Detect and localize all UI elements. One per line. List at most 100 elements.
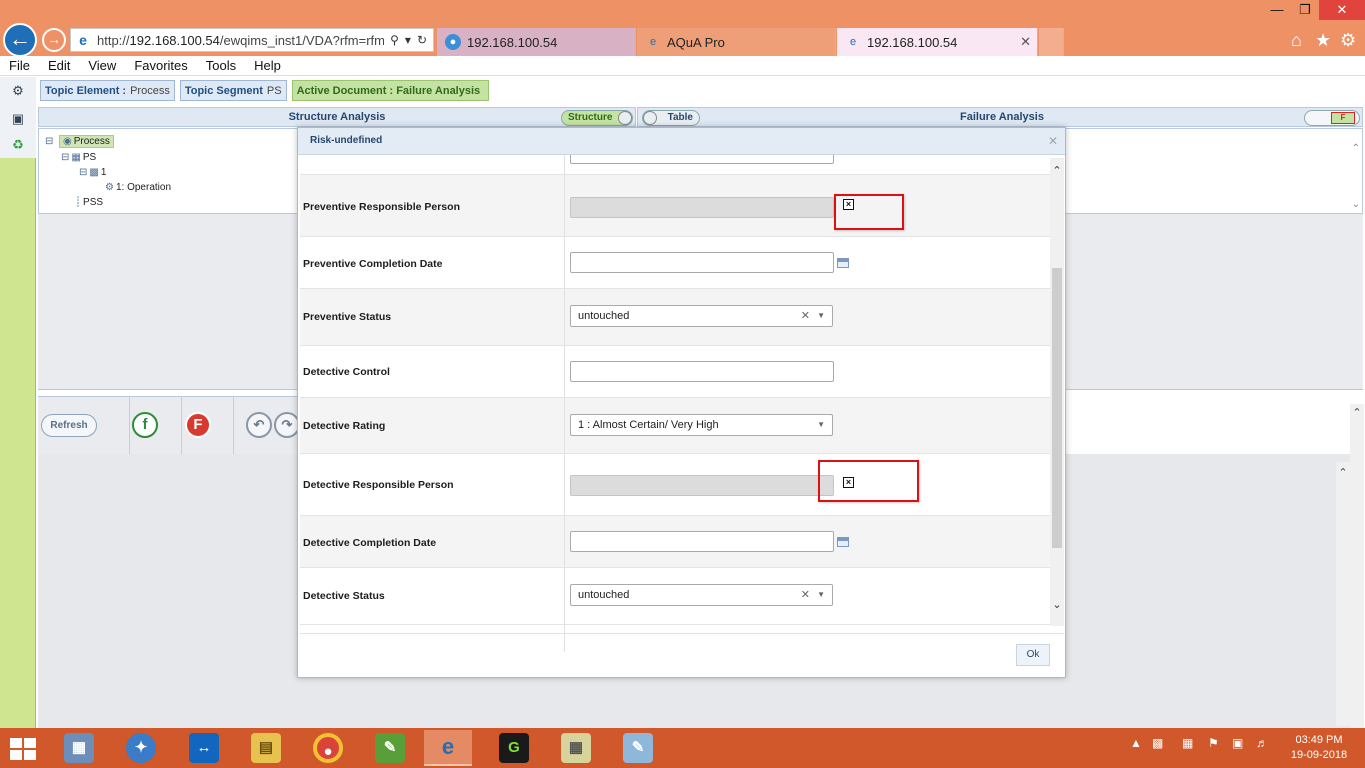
tree-node-operation[interactable]: ⚙ 1: Operation [105, 182, 171, 193]
network-icon[interactable]: ▣ [1232, 736, 1243, 750]
settings-icon[interactable]: ⚙ [10, 83, 26, 99]
scroll-up-icon[interactable]: ⌃ [1336, 466, 1350, 479]
grid-scrollbar[interactable]: ⌃ [1336, 462, 1350, 726]
internet-explorer-icon[interactable]: e [424, 730, 472, 766]
ok-button[interactable]: Ok [1016, 644, 1050, 666]
calendar-icon[interactable] [837, 537, 849, 547]
notes-icon[interactable]: ▦ [552, 730, 600, 766]
close-dialog-icon[interactable]: ✕ [1048, 134, 1058, 148]
scroll-up-icon[interactable]: ⌃ [1350, 406, 1364, 419]
detective-responsible-person-field[interactable] [570, 475, 834, 496]
address-url[interactable]: http://192.168.100.54/ewqims_inst1/VDA?r… [97, 33, 384, 48]
topic-segment-chip[interactable]: Topic Segment PS [179, 80, 287, 101]
chrome-icon[interactable]: ● [304, 730, 352, 766]
recycle-icon[interactable]: ♻ [10, 137, 26, 153]
topic-element-chip[interactable]: Topic Element : Process [40, 80, 175, 101]
structure-toggle[interactable]: Structure [561, 110, 633, 126]
windows-start-icon[interactable] [10, 738, 36, 760]
editor-icon[interactable]: ✎ [614, 730, 662, 766]
system-clock[interactable]: 03:49 PM 19-09-2018 [1284, 733, 1354, 763]
failure-analysis-title: Failure Analysis [960, 111, 1044, 123]
clear-icon[interactable]: ✕ [801, 585, 810, 605]
topic-bar: Topic Element : Process Topic Segment PS… [40, 80, 490, 101]
tray-expand-icon[interactable]: ▲ [1130, 736, 1142, 750]
home-icon[interactable]: ⌂ [1291, 30, 1302, 51]
form-row-partial [300, 625, 1050, 652]
dialog-scrollbar[interactable]: ⌃ ⌄ [1050, 158, 1064, 626]
active-document-chip[interactable]: Active Document : Failure Analysis [291, 80, 490, 101]
dropdown-arrow-icon[interactable]: ▼ [817, 585, 825, 605]
tree-collapse-icon[interactable]: ⊟ [45, 136, 55, 147]
ie-tab-icon: e [649, 36, 657, 48]
browser-tab-3[interactable]: e 192.168.100.54 ✕ [837, 28, 1038, 56]
menu-tools[interactable]: Tools [197, 58, 245, 73]
dropdown-icon[interactable]: ▾ [405, 33, 411, 47]
detective-control-field[interactable] [570, 361, 834, 382]
forward-button[interactable]: → [42, 28, 66, 52]
clear-icon[interactable]: ✕ [801, 306, 810, 326]
scroll-thumb[interactable] [1052, 268, 1062, 548]
tray-network-icon[interactable]: ▦ [1182, 736, 1193, 750]
scroll-up-icon[interactable]: ⌃ [1050, 164, 1064, 177]
tree-scroll-down-icon[interactable]: ⌄ [1352, 199, 1360, 210]
back-button[interactable]: ← [3, 23, 37, 57]
dialog-title: Risk-undefined [310, 135, 383, 146]
refresh-button[interactable]: Refresh [41, 414, 97, 437]
flag-icon[interactable]: ⚑ [1208, 736, 1219, 750]
browser-tab-1[interactable]: ● 192.168.100.54 [437, 28, 636, 56]
preventive-responsible-person-field[interactable] [570, 197, 834, 218]
menu-edit[interactable]: Edit [39, 58, 79, 73]
add-failure-green-button[interactable]: f [132, 412, 158, 438]
teamviewer-icon[interactable]: ↔ [180, 730, 228, 766]
tray-app-icon[interactable]: ▩ [1152, 736, 1163, 750]
calendar-icon[interactable] [837, 258, 849, 268]
tree-node-ps[interactable]: ⊟ ▦ PS [61, 152, 96, 163]
dropdown-arrow-icon[interactable]: ▼ [817, 306, 825, 326]
add-failure-red-button[interactable]: F [185, 412, 211, 438]
menu-view[interactable]: View [79, 58, 125, 73]
field-label: Detective Status [303, 590, 385, 602]
minimize-button[interactable]: — [1263, 0, 1291, 20]
document-icon[interactable]: ▣ [10, 111, 26, 127]
close-window-button[interactable]: ✕ [1319, 0, 1365, 20]
tree-node-pss[interactable]: ┊ PSS [75, 197, 103, 208]
f-toggle[interactable]: F [1304, 110, 1360, 126]
detective-status-select[interactable]: untouched ✕ ▼ [570, 584, 833, 606]
form-row: Preventive Completion Date [300, 237, 1050, 289]
tree-node-process[interactable]: ◉ Process [59, 135, 114, 148]
notepad-icon[interactable]: ✎ [366, 730, 414, 766]
scroll-down-icon[interactable]: ⌄ [1050, 598, 1064, 611]
menu-help[interactable]: Help [245, 58, 290, 73]
browser-tab-2[interactable]: e AQuA Pro [637, 28, 836, 56]
refresh-icon[interactable]: ↻ [417, 33, 427, 47]
undo-button[interactable]: ↶ [246, 412, 272, 438]
tree-scroll-up-icon[interactable]: ⌃ [1352, 143, 1360, 154]
table-toggle[interactable]: Table [642, 110, 700, 126]
preventive-status-select[interactable]: untouched ✕ ▼ [570, 305, 833, 327]
field-label: Detective Responsible Person [303, 479, 454, 491]
file-explorer-icon[interactable]: ▤ [242, 730, 290, 766]
partial-input[interactable] [570, 155, 834, 164]
greenshot-icon[interactable]: G [490, 730, 538, 766]
preventive-completion-date-field[interactable] [570, 252, 834, 273]
calculator-icon[interactable]: ▦ [55, 730, 103, 766]
structure-node-icon: ▦ [71, 152, 81, 163]
detective-completion-date-field[interactable] [570, 531, 834, 552]
close-tab-icon[interactable]: ✕ [1020, 34, 1031, 50]
new-tab-button[interactable] [1039, 28, 1064, 56]
safari-icon[interactable]: ✦ [117, 730, 165, 766]
maximize-button[interactable]: ❐ [1291, 0, 1319, 20]
volume-icon[interactable]: ♬ [1256, 736, 1268, 750]
tree-node-1[interactable]: ⊟ ▩ 1 [79, 167, 106, 178]
search-icon[interactable]: ⚲ [390, 33, 399, 47]
field-label: Detective Rating [303, 420, 386, 432]
settings-gear-icon[interactable]: ⚙ [1340, 30, 1356, 51]
favorites-star-icon[interactable]: ★ [1315, 30, 1331, 51]
menu-file[interactable]: File [0, 58, 39, 73]
dropdown-arrow-icon[interactable]: ▼ [817, 415, 825, 435]
page-scrollbar[interactable]: ⌃ [1350, 404, 1364, 728]
detective-rating-select[interactable]: 1 : Almost Certain/ Very High ▼ [570, 414, 833, 436]
ie-page-icon: e [79, 32, 87, 48]
menu-favorites[interactable]: Favorites [125, 58, 196, 73]
address-bar[interactable]: e http://192.168.100.54/ewqims_inst1/VDA… [70, 28, 434, 52]
